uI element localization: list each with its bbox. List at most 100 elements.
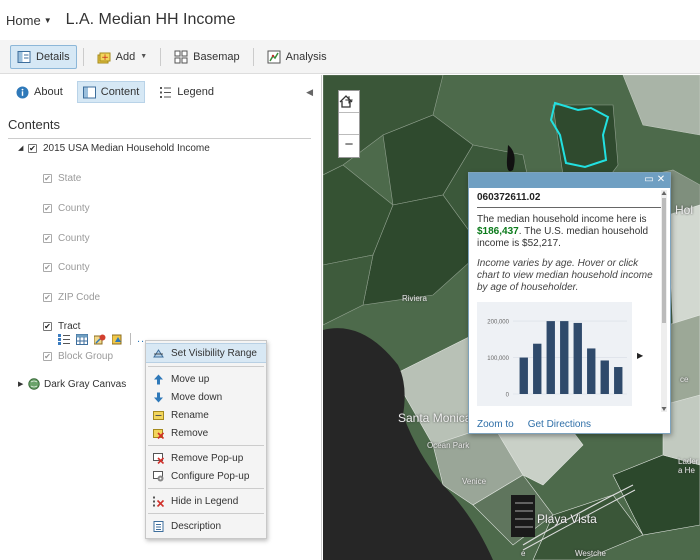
menu-item-label: Configure Pop-up (171, 470, 250, 482)
toolbar-divider (252, 47, 254, 66)
layer-checkbox[interactable]: ✔ (43, 351, 52, 361)
income-chart-svg: 200,000 100,000 0 (487, 320, 627, 399)
sublayer-row-county[interactable]: ✔ County (43, 230, 90, 246)
menu-remove[interactable]: Remove (146, 424, 266, 442)
sublayer-label: State (58, 172, 82, 184)
tab-about-label: About (34, 86, 63, 98)
tab-content[interactable]: Content (76, 81, 146, 103)
layer-checkbox[interactable]: ✔ (43, 321, 52, 331)
analysis-button[interactable]: Analysis (260, 45, 334, 69)
get-directions-link[interactable]: Get Directions (528, 419, 591, 430)
add-button[interactable]: + Add ▼ (90, 45, 155, 69)
layer-checkbox[interactable]: ✔ (43, 203, 52, 213)
sublayer-label: County (58, 232, 90, 244)
home-menu[interactable]: Home ▼ (6, 13, 52, 28)
layer-tools: ... (58, 333, 149, 345)
airport-marker (511, 495, 535, 537)
zoom-controls: + − (338, 90, 360, 158)
menu-item-label: Remove Pop-up (171, 452, 244, 464)
perform-analysis-icon[interactable] (112, 334, 124, 345)
layer-checkbox[interactable]: ✔ (43, 262, 52, 272)
layer-checkbox[interactable]: ✔ (43, 233, 52, 243)
zoom-to-link[interactable]: Zoom to (477, 419, 514, 430)
chart-ytick-label: 200,000 (487, 320, 509, 326)
collapse-panel-icon[interactable]: ◀ (306, 87, 313, 98)
table-icon[interactable] (76, 333, 88, 345)
chart-bar (573, 322, 582, 394)
menu-item-label: Set Visibility Range (171, 347, 257, 359)
arrow-up-icon (154, 374, 163, 384)
menu-description[interactable]: Description (146, 517, 266, 535)
popup-scrollbar[interactable] (661, 190, 667, 412)
svg-text:+: + (101, 53, 109, 63)
menu-set-visibility-range[interactable]: Set Visibility Range (146, 343, 266, 363)
hide-legend-icon (153, 496, 164, 507)
chart-bar (587, 348, 596, 394)
tab-legend[interactable]: Legend (153, 81, 220, 103)
next-media-arrow-icon[interactable]: ▶ (637, 351, 643, 360)
maximize-icon[interactable]: ▭ (644, 175, 654, 185)
menu-divider (148, 366, 264, 367)
layer-checkbox[interactable]: ✔ (28, 143, 37, 153)
chart-bar (546, 321, 555, 394)
toolbar-divider (82, 47, 84, 66)
layer-row-basemap[interactable]: ▶ Dark Gray Canvas (18, 376, 126, 392)
sublayer-row-zip[interactable]: ✔ ZIP Code (43, 289, 100, 305)
rename-icon (153, 410, 164, 420)
analysis-icon (267, 50, 281, 63)
sublayer-label: ZIP Code (58, 291, 101, 303)
layer-checkbox[interactable]: ✔ (43, 292, 52, 302)
sublayer-label: Tract (58, 320, 81, 332)
add-layer-icon: + (97, 52, 111, 63)
sublayer-row-county[interactable]: ✔ County (43, 200, 90, 216)
tab-about[interactable]: About (10, 81, 69, 103)
details-button[interactable]: Details (10, 44, 77, 69)
menu-hide-in-legend[interactable]: Hide in Legend (146, 492, 266, 510)
arrow-down-icon (154, 392, 163, 402)
layer-group-row[interactable]: ◢ ✔ 2015 USA Median Household Income (18, 140, 210, 156)
basemap-label: Basemap (193, 50, 240, 63)
legend-toggle-icon[interactable] (58, 333, 70, 345)
map-label-westche: Westche (575, 549, 606, 558)
tab-content-label: Content (100, 86, 140, 98)
menu-item-label: Description (171, 520, 222, 532)
content-icon (82, 86, 96, 98)
menu-configure-popup[interactable]: Configure Pop-up (146, 467, 266, 485)
menu-item-label: Hide in Legend (171, 495, 239, 507)
menu-item-label: Move up (171, 373, 210, 385)
expand-triangle-icon[interactable]: ◢ (18, 144, 28, 152)
change-style-icon[interactable] (94, 334, 106, 345)
map-label-riviera: Riviera (402, 294, 427, 303)
divider (8, 138, 311, 139)
chart-bar (560, 321, 569, 394)
sublayer-label: County (58, 261, 90, 273)
home-extent-button[interactable] (339, 95, 359, 135)
sublayer-row-county[interactable]: ✔ County (43, 259, 90, 275)
sublayer-row-block-group[interactable]: ✔ Block Group (43, 348, 113, 364)
menu-move-down[interactable]: Move down (146, 388, 266, 406)
map-label-santa-monica: Santa Monica (398, 411, 472, 425)
menu-remove-popup[interactable]: Remove Pop-up (146, 449, 266, 467)
close-icon[interactable]: ✕ (656, 175, 666, 185)
tab-legend-label: Legend (177, 86, 214, 98)
toolbar-divider (160, 47, 162, 66)
menu-move-up[interactable]: Move up (146, 370, 266, 388)
details-label: Details (36, 50, 70, 63)
chevron-down-icon: ▼ (43, 15, 52, 25)
sublayer-row-state[interactable]: ✔ State (43, 170, 81, 186)
legend-icon (160, 86, 172, 98)
popup-header: ▭ ✕ (469, 173, 670, 188)
zoom-out-button[interactable]: − (339, 135, 359, 157)
page-title: L.A. Median HH Income (65, 11, 236, 28)
remove-popup-icon (153, 452, 164, 464)
income-chart[interactable]: 200,000 100,000 0 (477, 302, 632, 406)
sublayer-row-tract[interactable]: ✔ Tract (43, 318, 80, 334)
expand-triangle-icon[interactable]: ▶ (18, 380, 28, 388)
title-bar: Home ▼ L.A. Median HH Income (0, 0, 700, 40)
menu-rename[interactable]: Rename (146, 406, 266, 424)
basemap-icon (174, 50, 188, 63)
toolbar: Details + Add ▼ Basemap Analysis (0, 40, 700, 74)
basemap-button[interactable]: Basemap (167, 45, 246, 69)
info-icon (16, 86, 29, 98)
layer-checkbox[interactable]: ✔ (43, 173, 52, 183)
